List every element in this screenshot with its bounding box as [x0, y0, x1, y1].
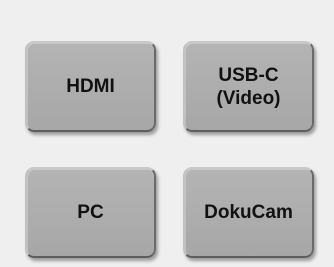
hdmi-source-label: HDMI [66, 76, 115, 97]
usb-c-video-source-label: USB-C (Video) [216, 64, 281, 109]
hdmi-source-button[interactable]: HDMI [25, 41, 156, 132]
pc-source-button[interactable]: PC [25, 167, 156, 258]
dokucam-source-button[interactable]: DokuCam [183, 167, 314, 258]
dokucam-source-label: DokuCam [204, 202, 293, 223]
usb-c-video-source-button[interactable]: USB-C (Video) [183, 41, 314, 132]
pc-source-label: PC [77, 202, 104, 223]
source-selection-panel: HDMI USB-C (Video) PC DokuCam [0, 0, 334, 267]
